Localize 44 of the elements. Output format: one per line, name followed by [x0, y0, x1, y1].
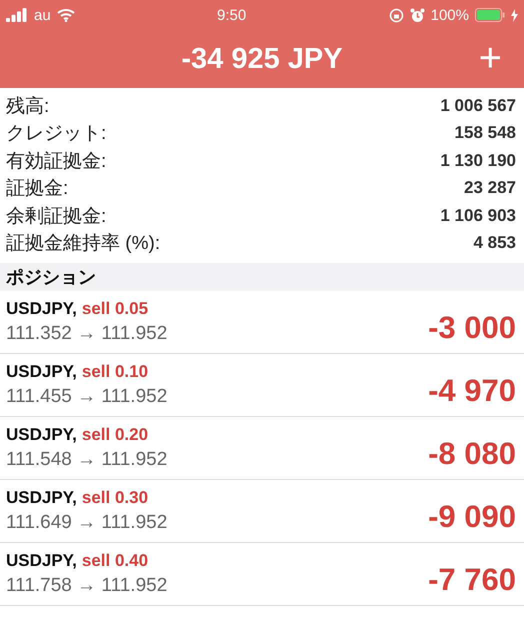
add-button[interactable]: +: [478, 40, 502, 76]
position-prices: 111.455 → 111.952: [6, 386, 168, 408]
charging-icon: [510, 8, 518, 22]
position-symbol: USDJPY,: [6, 299, 77, 319]
position-symbol: USDJPY,: [6, 551, 77, 571]
summary-value: 23 287: [464, 178, 516, 198]
battery-percent: 100%: [430, 6, 469, 24]
section-title: ポジション: [6, 266, 96, 289]
equity-title: -34 925 JPY: [181, 42, 343, 76]
position-prices: 111.649 → 111.952: [6, 512, 168, 534]
position-symbol: USDJPY,: [6, 425, 77, 445]
position-order: sell 0.30: [82, 488, 148, 508]
summary-value: 1 006 567: [440, 96, 516, 116]
position-order: sell 0.10: [82, 362, 148, 382]
summary-value: 4 853: [473, 233, 516, 254]
summary-label: 証拠金維持率 (%):: [6, 232, 160, 256]
position-profit: -4 970: [428, 373, 516, 409]
position-profit: -9 090: [428, 499, 516, 535]
position-profit: -7 760: [428, 562, 516, 598]
battery-icon: [474, 8, 505, 22]
position-symbol: USDJPY,: [6, 488, 77, 508]
signal-icon: [6, 8, 28, 22]
position-order: sell 0.20: [82, 425, 148, 445]
summary-value: 1 130 190: [440, 150, 516, 171]
summary-label: 余剰証拠金:: [6, 204, 106, 229]
position-prices: 111.352 → 111.952: [6, 323, 168, 345]
summary-label: 有効証拠金:: [6, 150, 106, 174]
alarm-icon: [410, 8, 425, 22]
position-profit: -8 080: [428, 436, 516, 472]
carrier-name: au: [34, 6, 51, 24]
position-order: sell 0.40: [82, 551, 148, 571]
summary-label: 証拠金:: [6, 177, 68, 202]
summary-value: 158 548: [454, 123, 516, 144]
rotation-lock-icon: [388, 8, 404, 22]
summary-label: 残高:: [6, 94, 50, 119]
summary-value: 1 106 903: [440, 206, 516, 226]
position-profit: -3 000: [428, 310, 516, 346]
wifi-icon: [56, 8, 75, 22]
position-symbol: USDJPY,: [6, 362, 77, 382]
position-prices: 111.548 → 111.952: [6, 449, 168, 471]
position-prices: 111.758 → 111.952: [6, 575, 168, 597]
clock-time: 9:50: [217, 6, 246, 24]
position-order: sell 0.05: [82, 299, 148, 319]
summary-label: クレジット:: [6, 122, 106, 146]
